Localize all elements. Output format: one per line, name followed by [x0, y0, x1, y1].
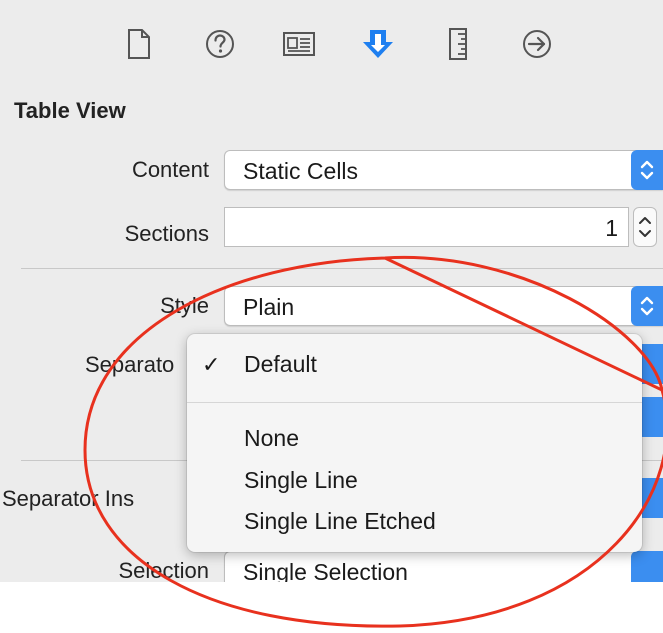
selection-popup[interactable]: Single Selection: [224, 551, 663, 582]
content-label: Content: [131, 157, 209, 182]
menu-item-none[interactable]: None: [244, 425, 299, 452]
sections-stepper[interactable]: [633, 207, 657, 247]
separator-label: Separato: [85, 352, 175, 377]
attributes-inspector-tab[interactable]: [356, 22, 400, 66]
separator-inset-label: Separator Ins: [2, 486, 135, 511]
help-icon: [206, 30, 234, 58]
style-label: Style: [160, 293, 209, 318]
file-inspector-tab[interactable]: [117, 22, 161, 66]
stepper-arrows-icon: [639, 217, 651, 237]
content-popup[interactable]: Static Cells: [224, 150, 663, 190]
menu-item-single-line-etched[interactable]: Single Line Etched: [244, 508, 436, 535]
checkmark-icon: ✓: [202, 352, 221, 377]
file-icon: [128, 29, 150, 59]
popup-arrows-icon: [631, 150, 663, 190]
style-value: Plain: [243, 294, 295, 320]
menu-item-default[interactable]: Default: [244, 351, 317, 378]
sections-field[interactable]: 1: [224, 207, 629, 247]
size-inspector-tab[interactable]: [436, 22, 480, 66]
selection-label: Selection: [118, 558, 209, 582]
separator-dropdown-menu: ✓ Default None Single Line Single Line E…: [187, 334, 642, 552]
menu-item-single-line[interactable]: Single Line: [244, 467, 358, 494]
attributes-inspector-icon: [363, 30, 393, 58]
popup-arrows-icon: [631, 551, 663, 582]
size-inspector-icon: [449, 28, 467, 60]
sections-value: 1: [605, 215, 618, 241]
sections-label: Sections: [124, 221, 209, 246]
connections-inspector-tab[interactable]: [515, 22, 559, 66]
attributes-inspector-panel: Table View Content Static Cells Sections…: [0, 0, 663, 582]
background-area: [0, 582, 663, 633]
connections-icon: [523, 30, 551, 58]
popup-arrows-icon: [631, 286, 663, 326]
section-title: Table View: [14, 98, 126, 123]
quick-help-tab[interactable]: [198, 22, 242, 66]
identity-inspector-tab[interactable]: [277, 22, 321, 66]
divider: [21, 268, 663, 269]
menu-separator: [187, 402, 642, 403]
style-popup[interactable]: Plain: [224, 286, 663, 326]
content-value: Static Cells: [243, 158, 359, 184]
identity-icon: [283, 32, 315, 56]
selection-value: Single Selection: [243, 559, 408, 582]
